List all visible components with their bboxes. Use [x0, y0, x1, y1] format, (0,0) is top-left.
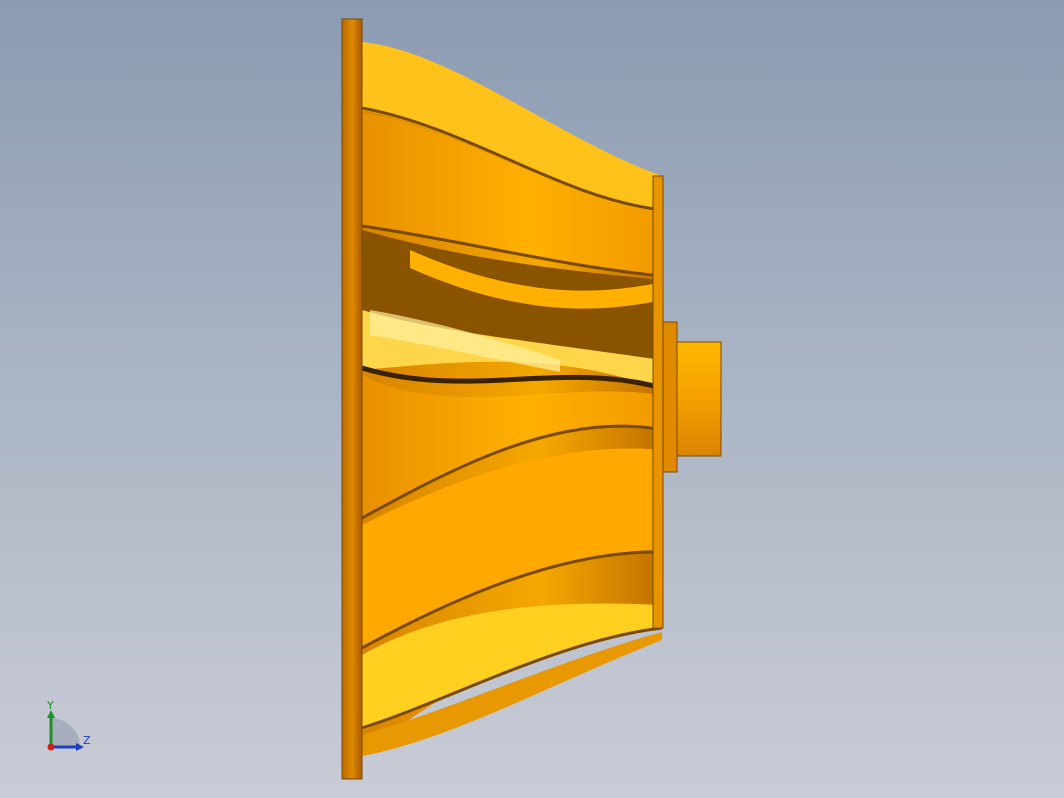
x-axis-dot [47, 743, 55, 751]
z-axis-label: Z [83, 734, 91, 747]
impeller-model[interactable] [0, 0, 1064, 798]
y-axis-label: Y [47, 699, 54, 712]
triad-shading [51, 718, 80, 747]
blades [361, 42, 663, 756]
shaft-collar [662, 321, 678, 473]
3d-viewport[interactable]: Y Z [0, 0, 1064, 798]
orientation-triad: Y Z [40, 698, 100, 758]
shaft-boss [676, 341, 722, 457]
flange-plate [341, 18, 363, 780]
outlet-rim [652, 175, 664, 629]
